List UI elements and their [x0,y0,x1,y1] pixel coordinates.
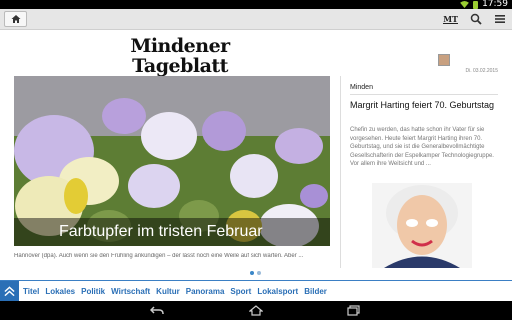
back-icon[interactable] [150,305,164,316]
scroll-top-button[interactable] [0,281,19,301]
category-sport[interactable]: Sport [230,287,251,296]
category-wirtschaft[interactable]: Wirtschaft [111,287,150,296]
side-story-photo[interactable] [372,183,472,268]
recents-icon[interactable] [347,305,361,316]
main-story-title[interactable]: Farbtupfer im tristen Februar [14,218,330,246]
side-story-text[interactable]: Chefin zu werden, das hatte schon ihr Va… [350,126,500,178]
pager-dot-active [250,271,254,275]
chevron-up-icon [4,285,15,296]
category-lokalsport[interactable]: Lokalsport [257,287,298,296]
battery-icon [473,0,479,9]
menu-icon[interactable] [494,13,506,25]
mt-app-icon[interactable]: MT [443,15,458,24]
category-lokales[interactable]: Lokales [45,287,75,296]
system-nav-bar [0,301,512,320]
side-story-category: Minden [350,84,373,91]
story-pager [250,271,261,275]
column-divider [340,76,341,268]
category-panorama[interactable]: Panorama [186,287,225,296]
newspaper-name: Mindener Tageblatt [130,35,230,77]
portrait-photo [372,183,472,268]
edition-date: Di. 03.02.2015 [465,68,498,74]
category-bar: Titel Lokales Politik Wirtschaft Kultur Panor… [0,280,512,301]
category-kultur[interactable]: Kultur [156,287,180,296]
main-story-teaser[interactable]: Hannover (dpa). Auch wenn sie den Frühli… [14,253,330,259]
status-clock: 17:59 [482,0,508,9]
home-icon [11,15,20,23]
epaper-thumbnail[interactable] [438,54,450,66]
pager-dot [257,271,261,275]
category-politik[interactable]: Politik [81,287,105,296]
main-story-image[interactable]: Farbtupfer im tristen Februar [14,76,330,246]
category-titel[interactable]: Titel [23,287,39,296]
category-bilder[interactable]: Bilder [304,287,327,296]
home-icon[interactable] [249,305,263,316]
divider [350,94,498,95]
home-button[interactable] [4,11,27,27]
action-bar: MT [0,9,512,30]
wifi-icon [460,1,469,8]
search-icon[interactable] [470,13,482,25]
status-bar: 17:59 [0,0,512,9]
side-story-title[interactable]: Margrit Harting feiert 70. Geburtstag [350,99,496,111]
